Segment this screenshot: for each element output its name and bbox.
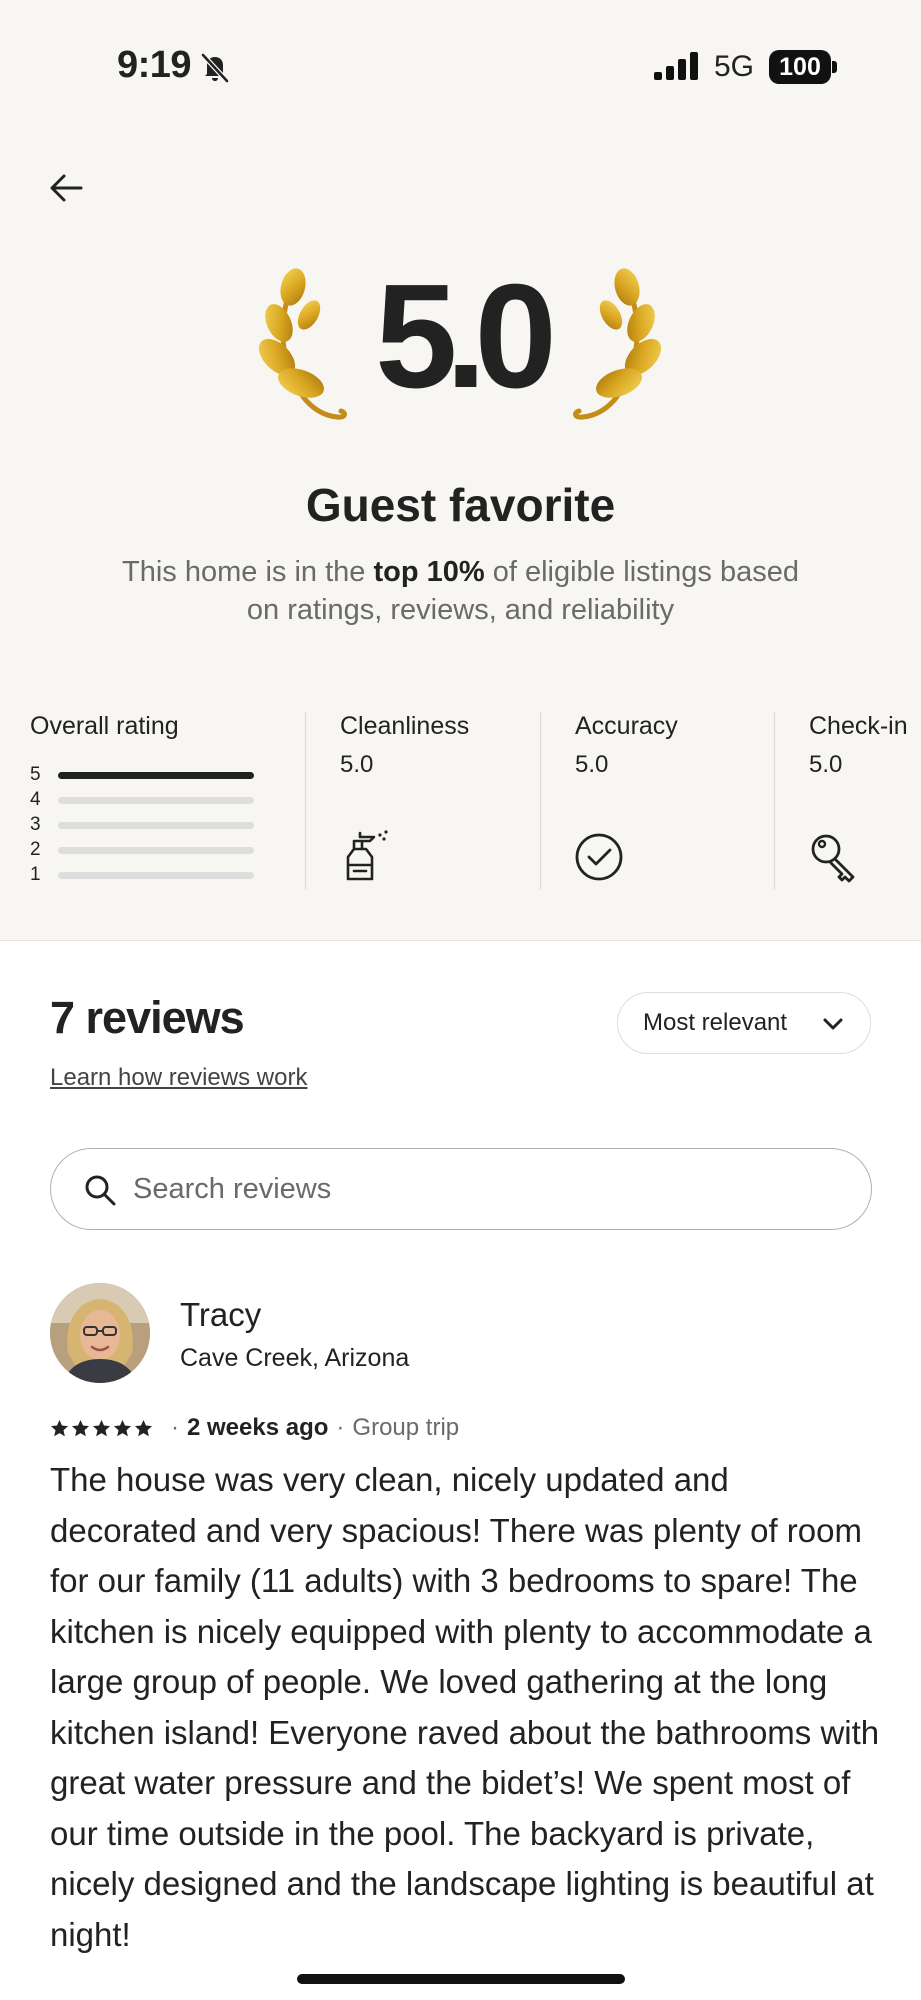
trip-type: Group trip [352, 1414, 460, 1441]
hero-desc-highlight: top 10% [373, 556, 485, 588]
overall-rating-value: 5.0 [375, 254, 557, 419]
network-label: 5G [714, 50, 755, 83]
reviewer-name: Tracy [180, 1296, 262, 1333]
star-icon [113, 1419, 132, 1436]
search-reviews-box[interactable] [50, 1148, 872, 1230]
category-value: 5.0 [340, 751, 374, 778]
reviewer-location: Cave Creek, Arizona [180, 1344, 410, 1372]
key-icon [811, 834, 855, 883]
hero-desc-start: This home is in the [122, 556, 374, 588]
rating-bar-row: 4 [30, 787, 270, 812]
category-divider [540, 712, 541, 890]
sort-dropdown[interactable]: Most relevant [617, 992, 871, 1054]
battery-icon: 100 [769, 50, 837, 84]
category-cleanliness: Cleanliness 5.0 [340, 712, 470, 881]
battery-level: 100 [769, 50, 831, 84]
rating-bar-label: 1 [30, 864, 41, 885]
hero-description: This home is in the top 10% of eligible … [120, 553, 801, 629]
bell-slash-icon [201, 53, 229, 83]
laurel-right-icon [573, 268, 662, 420]
arrow-left-icon [50, 174, 83, 202]
rating-bar-track [58, 797, 254, 804]
rating-bar-fill [58, 772, 254, 779]
rating-bar-label: 5 [30, 764, 41, 785]
star-icon [50, 1419, 69, 1436]
back-button[interactable] [40, 166, 92, 210]
category-divider [774, 712, 775, 890]
status-time: 9:19 [117, 44, 192, 86]
review-meta: · 2 weeks ago · Group trip [50, 1412, 459, 1444]
battery-tip [832, 61, 837, 73]
separator-dot: · [336, 1414, 345, 1441]
rating-distribution: 5 4 3 2 1 [30, 762, 270, 887]
sort-label: Most relevant [643, 1009, 788, 1036]
category-accuracy: Accuracy 5.0 [575, 712, 678, 881]
category-divider [305, 712, 306, 890]
category-label: Cleanliness [340, 712, 470, 740]
star-icon [92, 1419, 111, 1436]
separator-dot: · [171, 1414, 179, 1441]
learn-how-reviews-work-link[interactable]: Learn how reviews work [50, 1064, 307, 1092]
rating-bar-track [58, 772, 254, 779]
overall-rating-label: Overall rating [30, 712, 179, 740]
signal-icon [654, 52, 698, 80]
star-icon [134, 1419, 153, 1436]
check-circle-icon [575, 833, 623, 881]
rating-bar-track [58, 822, 254, 829]
rating-bar-label: 2 [30, 839, 41, 860]
rating-bar-label: 4 [30, 789, 41, 810]
star-icon [71, 1419, 90, 1436]
rating-bar-row: 5 [30, 762, 270, 787]
divider [0, 940, 921, 941]
rating-bar-label: 3 [30, 814, 41, 835]
review-stars [50, 1419, 153, 1438]
reviews-count: 7 reviews [50, 992, 245, 1043]
category-value: 5.0 [809, 751, 843, 778]
spray-bottle-icon [346, 830, 388, 881]
rating-bar-track [58, 847, 254, 854]
rating-bar-row: 3 [30, 812, 270, 837]
avatar[interactable] [50, 1283, 150, 1383]
rating-bar-row: 1 [30, 862, 270, 887]
category-label: Check-in [809, 712, 908, 740]
rating-bar-row: 2 [30, 837, 270, 862]
category-label: Accuracy [575, 712, 678, 740]
review-date: 2 weeks ago [187, 1414, 329, 1441]
category-checkin: Check-in 5.0 [809, 712, 908, 883]
laurel-left-icon [258, 268, 347, 420]
rating-bar-track [58, 872, 254, 879]
chevron-down-icon [823, 1018, 843, 1030]
hero-title: Guest favorite [305, 479, 616, 531]
search-icon [85, 1175, 116, 1206]
category-value: 5.0 [575, 751, 609, 778]
home-indicator [297, 1974, 625, 1984]
category-ratings: Overall rating 5 4 3 2 1 Cleanliness 5.0… [0, 712, 921, 892]
overall-rating-breakdown: Overall rating 5 4 3 2 1 [30, 712, 270, 885]
review-text: The house was very clean, nicely updated… [50, 1461, 880, 1953]
search-reviews-input[interactable] [133, 1167, 833, 1211]
reviewer-photo [50, 1283, 150, 1383]
